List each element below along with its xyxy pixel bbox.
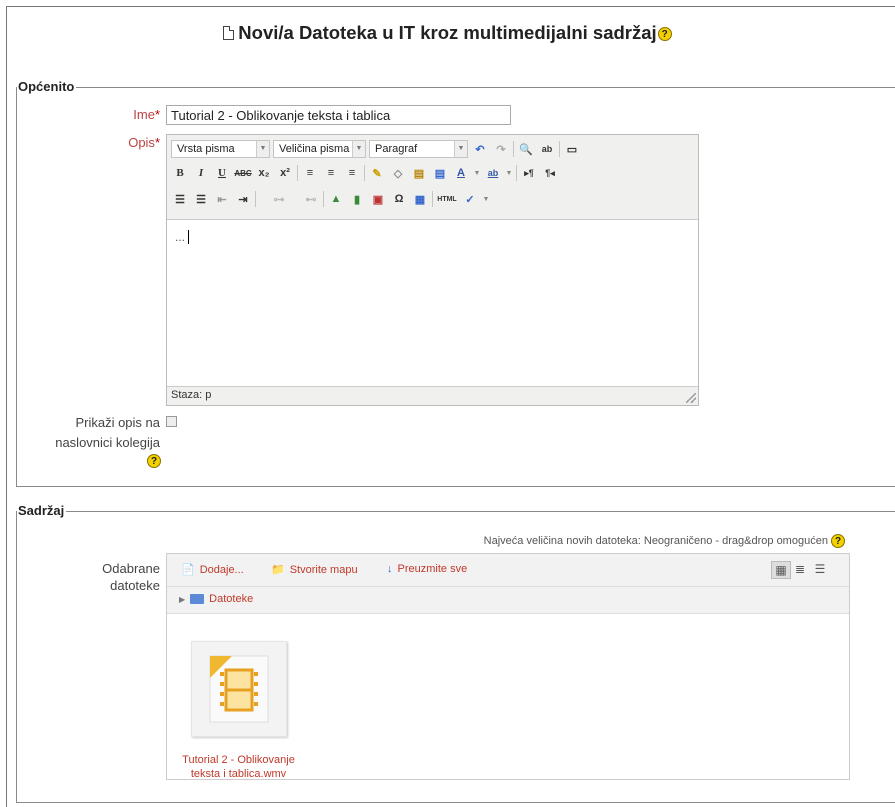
ltr-icon[interactable]: ▸¶: [520, 164, 538, 182]
media-icon[interactable]: ▮: [348, 190, 366, 208]
bold-icon[interactable]: B: [171, 164, 189, 182]
content-legend: Sadržaj: [17, 503, 67, 518]
help-icon[interactable]: ?: [147, 454, 161, 468]
toolbar-separator: [513, 141, 514, 157]
highlight-color-icon[interactable]: ab: [484, 164, 502, 182]
page-icon: [223, 26, 235, 40]
show-description-checkbox[interactable]: [166, 416, 177, 427]
max-file-size-info: Najveća veličina novih datoteka: Neogran…: [484, 534, 845, 548]
editor-status-path: Staza: p: [171, 389, 212, 401]
unlink-icon[interactable]: ⊷: [302, 190, 320, 208]
editor-toolbar-row-2: B I U ABC x₂ x² ≡ ≡ ≡ ✎ ◇ ▤ ▤ A ▼ ab ▼ ▸…: [171, 163, 559, 183]
name-label: Ime*: [133, 107, 160, 122]
numbered-list-icon[interactable]: ☰: [192, 190, 210, 208]
underline-icon[interactable]: U: [213, 164, 231, 182]
folder-icon: [190, 594, 205, 604]
redo-icon[interactable]: ↷: [492, 140, 510, 158]
file-manager: 📄 Dodaje... 📁 Stvorite mapu ↓ Preuzmite sve…: [166, 553, 850, 780]
download-all-button[interactable]: ↓ Preuzmite sve: [387, 563, 467, 575]
folder-icon: 📁: [271, 564, 285, 576]
superscript-icon[interactable]: x²: [276, 164, 294, 182]
find-icon[interactable]: 🔍: [517, 140, 535, 158]
fullscreen-icon[interactable]: ▭: [563, 140, 581, 158]
toolbar-separator: [364, 165, 365, 181]
paste-word-icon[interactable]: ▤: [431, 164, 449, 182]
toolbar-separator: [255, 191, 256, 207]
page-title-text: Novi/a Datoteka u IT kroz multimedijalni…: [238, 22, 657, 43]
list-view-button[interactable]: ≣: [791, 561, 809, 577]
editor-content-area[interactable]: ...: [167, 219, 698, 387]
icon-view-button[interactable]: ▦: [771, 561, 791, 579]
indent-icon[interactable]: ⇥: [234, 190, 252, 208]
font-family-select[interactable]: Vrsta pisma ▼: [171, 140, 270, 158]
text-cursor: [188, 230, 189, 244]
description-label: Opis*: [128, 135, 160, 150]
page-title: Novi/a Datoteka u IT kroz multimedijalni…: [0, 22, 895, 44]
rtl-icon[interactable]: ¶◂: [541, 164, 559, 182]
file-item[interactable]: [191, 641, 287, 737]
editor-toolbar-row-1: Vrsta pisma ▼ Veličina pisma ▼ Paragraf ▼ ↶…: [171, 139, 581, 159]
video-file-icon: [209, 655, 269, 723]
html-source-icon[interactable]: HTML: [436, 190, 458, 208]
resize-grip-icon[interactable]: [686, 393, 696, 403]
chevron-right-icon: ▶: [179, 594, 186, 604]
special-char-icon[interactable]: Ω: [390, 190, 408, 208]
toolbar-separator: [323, 191, 324, 207]
rich-text-editor: Vrsta pisma ▼ Veličina pisma ▼ Paragraf ▼ ↶…: [166, 134, 699, 406]
add-file-button[interactable]: 📄 Dodaje...: [181, 563, 244, 577]
tree-view-button[interactable]: ☰: [811, 561, 829, 577]
undo-icon[interactable]: ↶: [471, 140, 489, 158]
file-item-name[interactable]: Tutorial 2 - Oblikovanje teksta i tablic…: [167, 753, 310, 781]
create-folder-button[interactable]: 📁 Stvorite mapu: [271, 563, 358, 577]
outdent-icon[interactable]: ⇤: [213, 190, 231, 208]
download-icon: ↓: [387, 563, 393, 575]
clean-format-icon[interactable]: ✎: [368, 164, 386, 182]
dropdown-arrow-icon[interactable]: ▼: [505, 164, 513, 182]
toolbar-separator: [516, 165, 517, 181]
editor-content-text: ...: [175, 230, 186, 244]
bullet-list-icon[interactable]: ☰: [171, 190, 189, 208]
path-root-link[interactable]: ▶ Datoteke: [179, 593, 253, 605]
dropdown-arrow-icon[interactable]: ▼: [473, 164, 481, 182]
add-file-icon: 📄: [181, 564, 195, 576]
table-icon[interactable]: ▦: [411, 190, 429, 208]
link-icon[interactable]: ⊶: [259, 190, 299, 208]
image-icon[interactable]: ▲: [327, 190, 345, 208]
eraser-icon[interactable]: ◇: [389, 164, 407, 182]
italic-icon[interactable]: I: [192, 164, 210, 182]
help-icon[interactable]: ?: [657, 27, 672, 42]
strikethrough-icon[interactable]: ABC: [234, 164, 252, 182]
toolbar-separator: [559, 141, 560, 157]
toolbar-separator: [432, 191, 433, 207]
align-left-icon[interactable]: ≡: [301, 164, 319, 182]
spellcheck-icon[interactable]: ✓: [461, 190, 479, 208]
editor-toolbar-row-3: ☰ ☰ ⇤ ⇥ ⊶ ⊷ ▲ ▮ ▣ Ω ▦ HTML ✓ ▼: [171, 189, 490, 209]
text-color-icon[interactable]: A: [452, 164, 470, 182]
general-legend: Općenito: [17, 79, 77, 94]
font-size-select[interactable]: Veličina pisma ▼: [273, 140, 366, 158]
format-select[interactable]: Paragraf ▼: [369, 140, 468, 158]
align-center-icon[interactable]: ≡: [322, 164, 340, 182]
name-input[interactable]: [166, 105, 511, 125]
replace-icon[interactable]: ab: [538, 140, 556, 158]
align-right-icon[interactable]: ≡: [343, 164, 361, 182]
show-description-label: Prikaži opis na naslovnici kolegija: [55, 415, 160, 450]
paste-text-icon[interactable]: ▤: [410, 164, 428, 182]
file-manager-toolbar: 📄 Dodaje... 📁 Stvorite mapu ↓ Preuzmite sve…: [167, 554, 849, 587]
toolbar-separator: [297, 165, 298, 181]
file-manager-path: ▶ Datoteke: [167, 587, 849, 614]
dropdown-arrow-icon[interactable]: ▼: [482, 190, 490, 208]
moodle-media-icon[interactable]: ▣: [369, 190, 387, 208]
selected-files-label: Odabrane datoteke: [102, 561, 160, 593]
help-icon[interactable]: ?: [831, 534, 845, 548]
subscript-icon[interactable]: x₂: [255, 164, 273, 182]
